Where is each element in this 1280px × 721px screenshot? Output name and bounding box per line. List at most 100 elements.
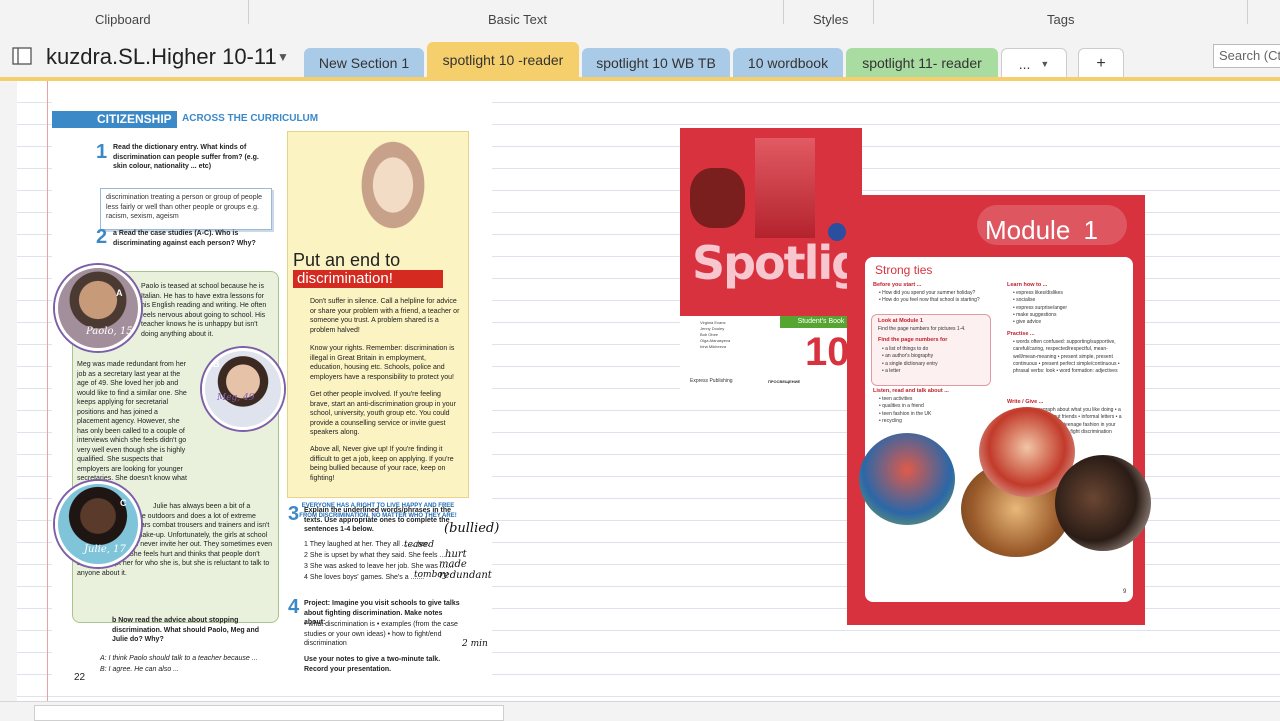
find-items: • a list of things to do • an author's b… [882, 346, 938, 374]
definition-box: discrimination treating a person or grou… [100, 188, 272, 230]
advice-heading-1: Put an end to [293, 250, 401, 270]
dialogue-b: B: I agree. He can also ... [100, 666, 179, 673]
handwritten-note: tomboy [414, 570, 448, 580]
chevron-down-icon[interactable]: ▼ [277, 50, 289, 64]
handwritten-signature: Meg, 49 [217, 393, 255, 403]
ribbon-group-basic-text[interactable]: Basic Text [488, 12, 547, 27]
task1-text: Read the dictionary entry. What kinds of… [113, 144, 259, 170]
handwritten-note: 2 min [462, 639, 488, 649]
photo-meg: B Meg, 49 [202, 348, 284, 430]
spotlight-cover-image: Spotlight Student's Book Virginia Evans … [680, 128, 915, 393]
tab-spotlight-10-reader[interactable]: spotlight 10 -reader [427, 42, 579, 78]
more-sections-button[interactable]: ... ▼ [1001, 48, 1067, 78]
dialogue-a: A: I think Paolo should talk to a teache… [100, 655, 258, 662]
practise-items: • words often confused: supporting/suppo… [1013, 339, 1120, 375]
task-number: 3 [288, 503, 300, 525]
publisher-2: ПРОСВЕЩЕНИЕ [768, 379, 801, 384]
advice-heading-2: discrimination! [293, 270, 443, 288]
ribbon-groups: Clipboard Basic Text Styles Tags [0, 0, 1280, 35]
before-items: • How did you spend your summer holiday?… [879, 290, 980, 304]
look-box: Look at Module 1 Find the page numbers f… [871, 314, 991, 386]
photo-label: B [213, 359, 220, 369]
definition-text: discrimination treating a person or grou… [106, 194, 263, 220]
module-title-word: Module [985, 215, 1071, 245]
handwritten-signature: Julie, 17 [84, 544, 126, 555]
ribbon-group-tags[interactable]: Tags [1047, 12, 1074, 27]
task3-item: 2 She is upset by what they said. She fe… [304, 552, 454, 559]
module-page-image: Module 1 Strong ties Before you start ..… [847, 195, 1151, 625]
task-number: 4 [288, 596, 300, 618]
notebook-name[interactable]: kuzdra.SL.Higher 10-11 [46, 44, 277, 70]
listen-items: • teen activities • qualities in a frien… [879, 396, 932, 424]
handwritten-note: teased [404, 540, 435, 550]
module-title: Module 1 [985, 215, 1098, 246]
cover-authors: Virginia Evans Jenny Dooley Bob Obee Olg… [700, 320, 731, 349]
learn-items: • express likes/dislikes • socialise • e… [1013, 290, 1067, 326]
advice-2: Know your rights. Remember: discriminati… [310, 345, 455, 381]
status-bar [0, 701, 1280, 721]
module-page-number: 9 [1123, 589, 1127, 595]
look-item: Find the page numbers for pictures 1-4. [878, 326, 966, 332]
statue-illustration [690, 168, 745, 228]
search-input[interactable]: Search (Ctr [1213, 44, 1280, 68]
photo-paolo: A Paolo, 15 [55, 265, 141, 351]
cover-art: Spotlight [680, 128, 915, 316]
photo-friends [1055, 455, 1151, 551]
learn-head: Learn how to ... [1007, 282, 1048, 288]
task2-text: a Read the case studies (A-C). Who is di… [113, 230, 256, 247]
handwritten-note: (bullied) [444, 521, 500, 536]
section-subtitle: ACROSS THE CURRICULUM [182, 113, 319, 124]
tab-spotlight-11-reader[interactable]: spotlight 11- reader [846, 48, 998, 78]
photo-teens [859, 433, 955, 525]
task-number: 2 [96, 226, 108, 248]
ribbon-separator [783, 0, 784, 24]
ribbon-group-clipboard[interactable]: Clipboard [95, 12, 151, 27]
case-meg-text: Meg was made redundant from her job as a… [77, 361, 187, 492]
task3-text: Explain the underlined words/phrases in … [304, 507, 452, 533]
section-title: CITIZENSHIP [52, 111, 177, 128]
note-page[interactable]: CITIZENSHIP ACROSS THE CURRICULUM 1 Read… [17, 81, 1280, 701]
ribbon-separator [1247, 0, 1248, 24]
look-head: Look at Module 1 [878, 318, 923, 324]
more-sections-label: ... [1018, 55, 1031, 72]
ribbon-group-styles[interactable]: Styles [813, 12, 848, 27]
listen-head: Listen, read and talk about ... [873, 388, 949, 394]
find-head: Find the page numbers for [878, 337, 948, 343]
advice-panel: Put an end to discrimination! Don't suff… [287, 131, 469, 519]
textbook-page-image: CITIZENSHIP ACROSS THE CURRICULUM 1 Read… [52, 93, 499, 693]
case-paolo-text: Paolo is teased at school because he is … [141, 283, 267, 338]
module-heading: Strong ties [875, 263, 933, 277]
task2b-text: b Now read the advice about stopping dis… [112, 617, 260, 643]
practise-head: Practise ... [1007, 331, 1035, 337]
tab-new-section-1[interactable]: New Section 1 [304, 48, 424, 78]
notebook-icon[interactable] [12, 47, 32, 65]
section-tab-bar: kuzdra.SL.Higher 10-11 ▼ New Section 1 s… [0, 34, 1280, 78]
module-contents: Strong ties Before you start ... • How d… [859, 257, 1151, 602]
ribbon-separator [873, 0, 874, 24]
cover-number: 10 [805, 330, 850, 374]
publisher-1: Express Publishing [690, 378, 733, 384]
tab-10-wordbook[interactable]: 10 wordbook [733, 48, 843, 78]
page-margin-line [47, 81, 48, 701]
horizontal-scrollbar[interactable] [34, 705, 504, 721]
tab-spotlight-10-wb-tb[interactable]: spotlight 10 WB TB [582, 48, 730, 78]
task4-end: Use your notes to give a two-minute talk… [304, 656, 441, 673]
write-head: Write / Give ... [1007, 399, 1044, 405]
handwritten-signature: Paolo, 15 [86, 326, 133, 337]
before-head: Before you start ... [873, 282, 922, 288]
page-number: 22 [74, 672, 86, 683]
task-number: 1 [96, 141, 108, 163]
photo-julie: C Julie, 17 [55, 481, 141, 567]
module-number: 1 [1083, 215, 1098, 245]
photo-label: A [116, 288, 123, 298]
chevron-down-icon: ▼ [1040, 58, 1050, 69]
advice-1: Don't suffer in silence. Call a helpline… [310, 298, 460, 334]
tower-illustration [755, 138, 815, 238]
woman-illustration [353, 140, 433, 240]
advice-3: Get other people involved. If you're fee… [310, 391, 456, 436]
add-section-button[interactable]: + [1078, 48, 1124, 78]
advice-4: Above all, Never give up! If you're find… [310, 446, 454, 482]
task4-items: • what discrimination is • examples (fro… [304, 621, 458, 647]
ribbon-separator [248, 0, 249, 24]
photo-label: C [120, 498, 127, 508]
